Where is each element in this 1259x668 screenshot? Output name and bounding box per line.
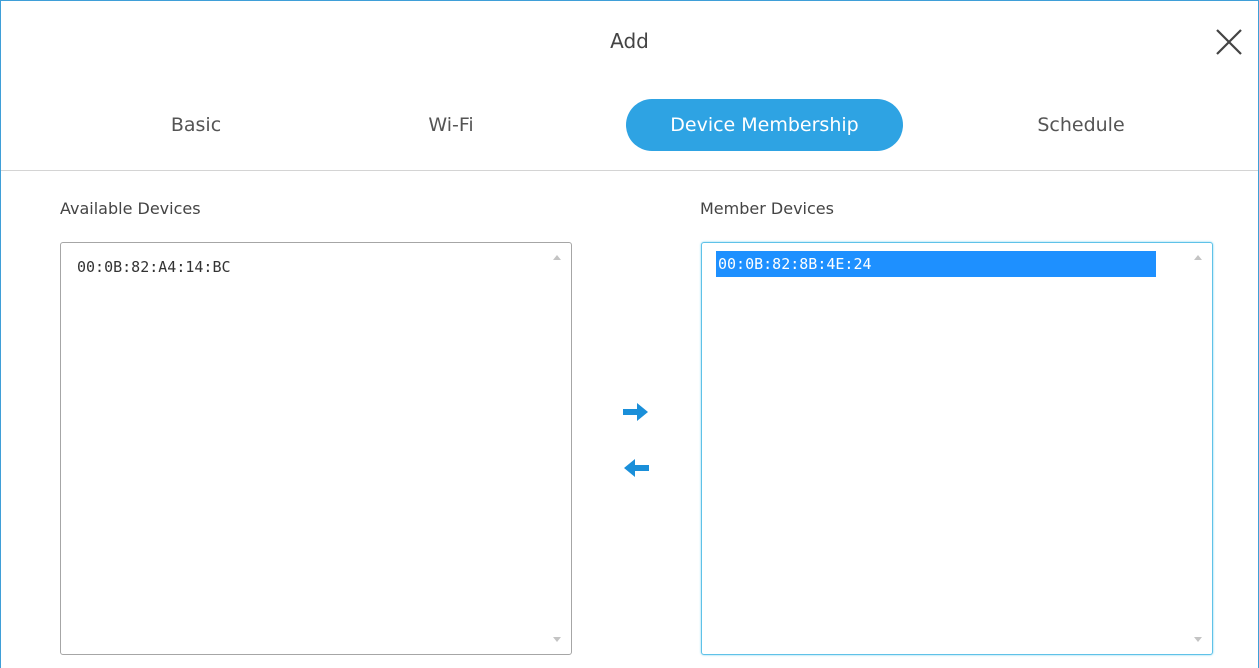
available-devices-label: Available Devices <box>60 199 201 218</box>
list-item[interactable]: 00:0B:82:A4:14:BC <box>75 254 231 280</box>
scroll-up-arrow[interactable] <box>553 255 561 260</box>
tab-bar: Basic Wi-Fi Device Membership Schedule <box>1 99 1258 151</box>
scroll-down-arrow[interactable] <box>1194 637 1202 642</box>
scroll-up-arrow[interactable] <box>1194 255 1202 260</box>
scroll-down-arrow[interactable] <box>553 637 561 642</box>
arrow-left-icon <box>624 459 649 477</box>
remove-from-member-button[interactable] <box>621 456 651 480</box>
tab-basic[interactable]: Basic <box>131 99 261 151</box>
tab-device-membership[interactable]: Device Membership <box>626 99 903 151</box>
close-icon <box>1216 29 1242 55</box>
add-dialog: Add Basic Wi-Fi Device Membership Schedu… <box>0 0 1259 668</box>
list-item-selected[interactable]: 00:0B:82:8B:4E:24 <box>716 251 1156 277</box>
available-devices-list[interactable]: 00:0B:82:A4:14:BC <box>60 242 572 655</box>
arrow-right-icon <box>623 403 648 421</box>
add-to-member-button[interactable] <box>621 400 651 424</box>
tab-schedule[interactable]: Schedule <box>1006 99 1156 151</box>
tab-wifi[interactable]: Wi-Fi <box>386 99 516 151</box>
dialog-title: Add <box>610 29 649 53</box>
member-devices-label: Member Devices <box>700 199 834 218</box>
member-devices-list[interactable]: 00:0B:82:8B:4E:24 <box>701 242 1213 655</box>
close-button[interactable] <box>1214 27 1244 57</box>
header-divider <box>1 170 1258 171</box>
